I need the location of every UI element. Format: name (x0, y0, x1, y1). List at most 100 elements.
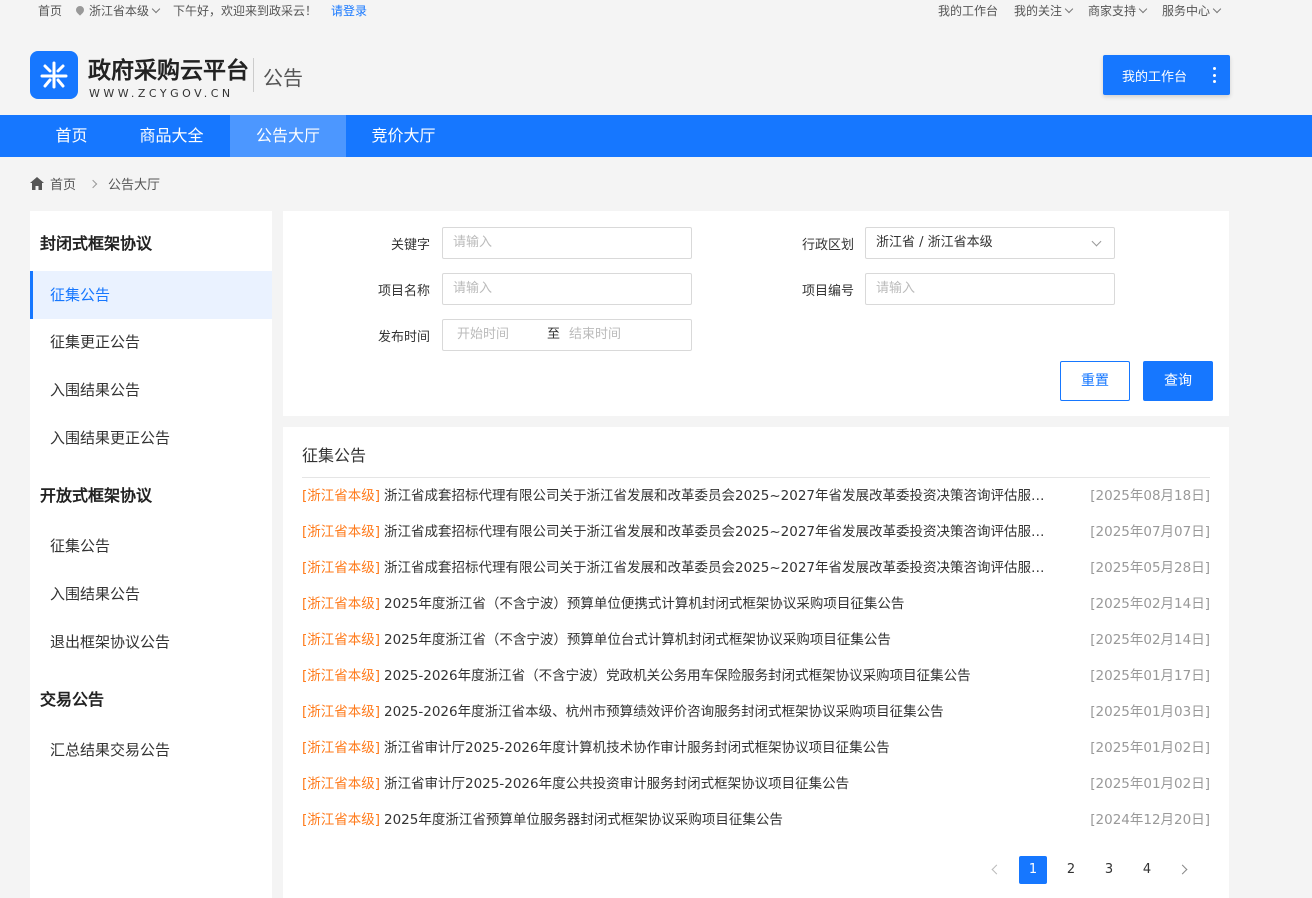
keyword-input[interactable]: 请输入 (442, 227, 692, 259)
list-item[interactable]: [浙江省本级] 2025-2026年度浙江省（不含宁波）党政机关公务用车保险服务封… (302, 664, 1210, 688)
reset-button[interactable]: 重置 (1060, 361, 1130, 401)
list-item[interactable]: [浙江省本级] 浙江省成套招标代理有限公司关于浙江省发展和改革委员会2025~20… (302, 556, 1210, 580)
announcement-title[interactable]: 2025年度浙江省预算单位服务器封闭式框架协议采购项目征集公告 (384, 808, 1046, 832)
list-item[interactable]: [浙江省本级] 2025年度浙江省预算单位服务器封闭式框架协议采购项目征集公告 [2… (302, 808, 1210, 832)
top-link-follow-label: 我的关注 (1013, 4, 1062, 18)
sidebar-item-open-exit[interactable]: 退出框架协议公告 (30, 618, 272, 666)
top-link-merchant[interactable]: 商家支持 (1087, 2, 1148, 19)
chevron-down-icon (1091, 236, 1102, 247)
list-divider (302, 477, 1210, 478)
chevron-down-icon (1138, 4, 1148, 14)
sidebar-item-closed-shortlist-correction[interactable]: 入围结果更正公告 (30, 414, 272, 462)
page-3-button[interactable]: 3 (1095, 856, 1123, 884)
top-link-follow[interactable]: 我的关注 (1013, 2, 1074, 19)
announcement-title[interactable]: 2025年度浙江省（不含宁波）预算单位台式计算机封闭式框架协议采购项目征集公告 (384, 628, 1046, 652)
sidebar-item-closed-solicitation-correction[interactable]: 征集更正公告 (30, 318, 272, 366)
header-divider (253, 58, 254, 92)
location-pin-icon (74, 4, 86, 16)
region-tag: [浙江省本级] (302, 704, 381, 720)
publish-date-label: 发布时间 (377, 330, 430, 345)
project-code-label: 项目编号 (801, 284, 854, 299)
sidebar-group-open-framework: 开放式框架协议 (40, 486, 153, 505)
list-item[interactable]: [浙江省本级] 浙江省审计厅2025-2026年度公共投资审计服务封闭式框架协议项… (302, 772, 1210, 796)
brand-url: WWW.ZCYGOV.CN (89, 87, 234, 100)
list-title: 征集公告 (302, 446, 367, 465)
top-link-service-label: 服务中心 (1161, 4, 1210, 18)
region-label: 浙江省本级 (89, 4, 150, 18)
date-start-input[interactable]: 开始时间 (457, 327, 509, 342)
announcement-date: [2024年12月20日] (1090, 812, 1210, 828)
announcement-title[interactable]: 浙江省成套招标代理有限公司关于浙江省发展和改革委员会2025~2027年省发展改… (384, 556, 1046, 580)
announcement-title[interactable]: 2025年度浙江省（不含宁波）预算单位便携式计算机封闭式框架协议采购项目征集公告 (384, 592, 1046, 616)
date-end-input[interactable]: 结束时间 (569, 320, 621, 350)
section-title: 公告 (263, 66, 303, 90)
main-nav: 首页 商品大全 公告大厅 竞价大厅 (0, 115, 1312, 157)
announcement-date: [2025年02月14日] (1090, 596, 1210, 612)
sidebar-item-summary-result[interactable]: 汇总结果交易公告 (30, 726, 272, 774)
sidebar-item-open-solicitation[interactable]: 征集公告 (30, 522, 272, 570)
nav-item-products[interactable]: 商品大全 (113, 115, 230, 157)
region-tag: [浙江省本级] (302, 560, 381, 576)
list-item[interactable]: [浙江省本级] 2025年度浙江省（不含宁波）预算单位台式计算机封闭式框架协议采购… (302, 628, 1210, 652)
top-home-link[interactable]: 首页 (38, 2, 62, 19)
region-tag: [浙江省本级] (302, 632, 381, 648)
top-link-workbench[interactable]: 我的工作台 (938, 2, 998, 19)
greeting-text: 下午好，欢迎来到政采云！ (173, 4, 318, 18)
top-bar-left: 首页 浙江省本级 下午好，欢迎来到政采云！ 请登录 (38, 2, 381, 19)
sidebar-group-closed-framework: 封闭式框架协议 (40, 234, 153, 253)
list-item[interactable]: [浙江省本级] 浙江省成套招标代理有限公司关于浙江省发展和改革委员会2025~20… (302, 484, 1210, 508)
workbench-button-label: 我的工作台 (1122, 69, 1188, 85)
region-select[interactable]: 浙江省 / 浙江省本级 (865, 227, 1115, 259)
region-tag: [浙江省本级] (302, 488, 381, 504)
region-tag: [浙江省本级] (302, 812, 381, 828)
brand-name[interactable]: 政府采购云平台 (88, 51, 249, 85)
region-tag: [浙江省本级] (302, 524, 381, 540)
announcement-list-panel: 征集公告 [浙江省本级] 浙江省成套招标代理有限公司关于浙江省发展和改革委员会20… (283, 427, 1229, 898)
sidebar-item-open-shortlist-result[interactable]: 入围结果公告 (30, 570, 272, 618)
nav-item-bidding[interactable]: 竞价大厅 (346, 115, 461, 157)
announcement-date: [2025年01月02日] (1090, 776, 1210, 792)
home-icon (30, 177, 44, 190)
list-item[interactable]: [浙江省本级] 2025年度浙江省（不含宁波）预算单位便携式计算机封闭式框架协议采… (302, 592, 1210, 616)
page-2-button[interactable]: 2 (1057, 856, 1085, 884)
top-bar: 首页 浙江省本级 下午好，欢迎来到政采云！ 请登录 我的工作台 我的关注 商家支… (0, 0, 1312, 22)
announcement-title[interactable]: 浙江省审计厅2025-2026年度公共投资审计服务封闭式框架协议项目征集公告 (384, 772, 1046, 796)
announcement-title[interactable]: 浙江省成套招标代理有限公司关于浙江省发展和改革委员会2025~2027年省发展改… (384, 520, 1046, 544)
query-button[interactable]: 查询 (1143, 361, 1213, 401)
project-code-input[interactable]: 请输入 (865, 273, 1115, 305)
breadcrumb-home[interactable]: 首页 (50, 174, 76, 193)
region-selector[interactable]: 浙江省本级 (74, 2, 161, 19)
workbench-button[interactable]: 我的工作台 (1103, 55, 1230, 95)
nav-item-home[interactable]: 首页 (30, 115, 113, 157)
date-range-picker[interactable]: 开始时间 至 结束时间 (442, 319, 692, 351)
list-item[interactable]: [浙江省本级] 浙江省成套招标代理有限公司关于浙江省发展和改革委员会2025~20… (302, 520, 1210, 544)
list-item[interactable]: [浙江省本级] 2025-2026年度浙江省本级、杭州市预算绩效评价咨询服务封闭式… (302, 700, 1210, 724)
login-link[interactable]: 请登录 (331, 2, 367, 19)
chevron-left-icon[interactable] (991, 864, 1002, 875)
sidebar-group-transaction: 交易公告 (40, 690, 105, 709)
announcement-title[interactable]: 2025-2026年度浙江省（不含宁波）党政机关公务用车保险服务封闭式框架协议采… (384, 664, 1046, 688)
announcement-title[interactable]: 2025-2026年度浙江省本级、杭州市预算绩效评价咨询服务封闭式框架协议采购项… (384, 700, 1046, 724)
page-1-button[interactable]: 1 (1019, 856, 1047, 884)
zcy-logo-icon[interactable] (30, 51, 78, 99)
breadcrumb-current: 公告大厅 (108, 178, 161, 193)
chevron-down-icon (1064, 4, 1074, 14)
sidebar: 封闭式框架协议 征集公告 征集更正公告 入围结果公告 入围结果更正公告 开放式框… (30, 211, 272, 898)
sidebar-item-closed-solicitation[interactable]: 征集公告 (30, 271, 272, 319)
top-link-service[interactable]: 服务中心 (1161, 2, 1222, 19)
chevron-right-icon[interactable] (1177, 864, 1188, 875)
list-item[interactable]: [浙江省本级] 浙江省审计厅2025-2026年度计算机技术协作审计服务封闭式框架… (302, 736, 1210, 760)
announcement-date: [2025年01月17日] (1090, 668, 1210, 684)
project-name-input[interactable]: 请输入 (442, 273, 692, 305)
region-select-value: 浙江省 / 浙江省本级 (876, 235, 993, 250)
top-link-merchant-label: 商家支持 (1087, 4, 1136, 18)
page-4-button[interactable]: 4 (1133, 856, 1161, 884)
region-tag: [浙江省本级] (302, 776, 381, 792)
nav-item-announcements[interactable]: 公告大厅 (230, 115, 346, 157)
region-tag: [浙江省本级] (302, 668, 381, 684)
sidebar-item-closed-shortlist-result[interactable]: 入围结果公告 (30, 366, 272, 414)
announcement-date: [2025年02月14日] (1090, 632, 1210, 648)
announcement-title[interactable]: 浙江省审计厅2025-2026年度计算机技术协作审计服务封闭式框架协议项目征集公… (384, 736, 1046, 760)
announcement-title[interactable]: 浙江省成套招标代理有限公司关于浙江省发展和改革委员会2025~2027年省发展改… (384, 484, 1046, 508)
date-range-separator: 至 (547, 327, 561, 342)
